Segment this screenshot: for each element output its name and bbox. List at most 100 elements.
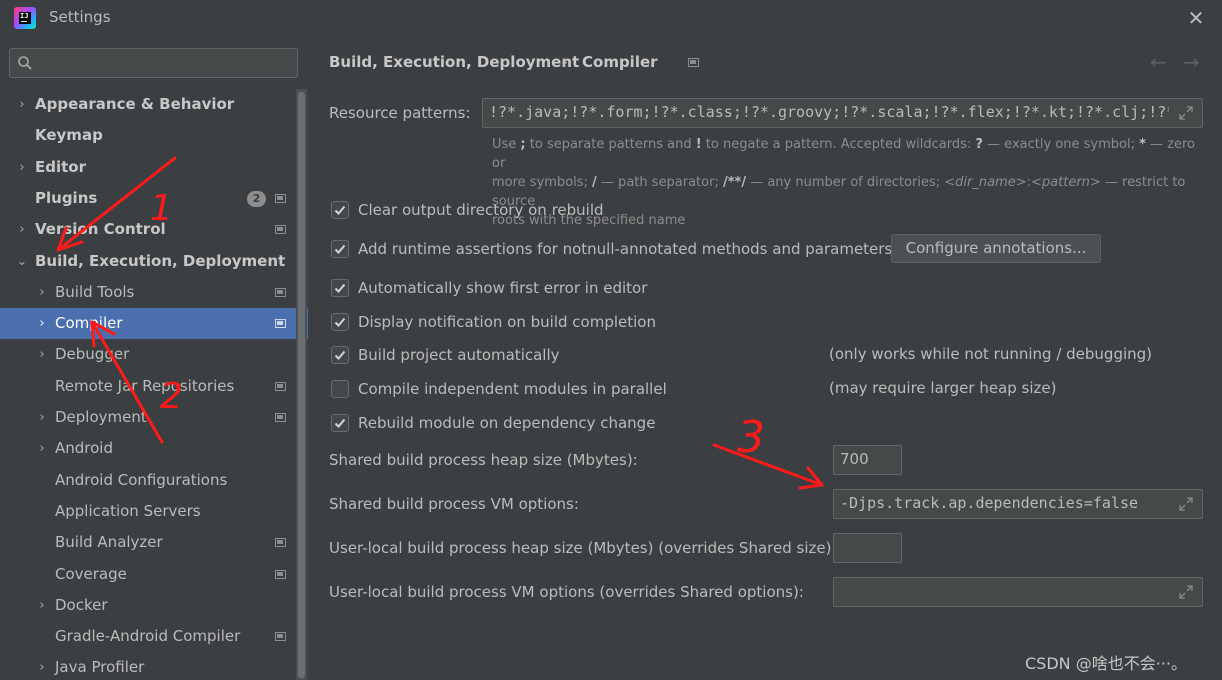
project-level-icon [275, 381, 286, 391]
project-level-icon [688, 58, 699, 67]
chevron-down-icon[interactable]: ⌄ [16, 246, 28, 277]
expand-icon[interactable] [1179, 106, 1193, 120]
sidebar-item-appearance-behavior[interactable]: › Appearance & Behavior [0, 89, 308, 120]
csdn-watermark: CSDN @啥也不会···。 [1025, 654, 1187, 673]
checkbox-checked[interactable] [331, 201, 349, 219]
sidebar-item-label: Build Tools [55, 282, 135, 301]
window-title: Settings [49, 8, 111, 26]
sidebar-item-java-profiler[interactable]: › Java Profiler [0, 652, 308, 680]
sidebar-item-label: Keymap [35, 126, 103, 145]
settings-sidebar: › Appearance & Behavior Keymap › Editor Plugi… [0, 36, 308, 680]
sidebar-item-label: Debugger [55, 345, 130, 364]
project-level-icon [275, 319, 286, 329]
update-count-badge: 2 [247, 190, 266, 207]
chevron-right-icon[interactable]: › [36, 339, 48, 370]
sidebar-item-label: Appearance & Behavior [35, 95, 235, 113]
sidebar-item-version-control[interactable]: › Version Control [0, 214, 308, 245]
sidebar-item-label: Compiler [55, 314, 123, 333]
sidebar-item-label: Java Profiler [55, 658, 145, 677]
chevron-right-icon[interactable]: › [36, 433, 48, 464]
sidebar-item-build-tools[interactable]: › Build Tools [0, 277, 308, 308]
breadcrumb-separator: › [562, 53, 568, 71]
forward-arrow-icon[interactable]: → [1183, 50, 1200, 74]
sidebar-item-keymap[interactable]: Keymap [0, 120, 308, 151]
sidebar-item-label: Version Control [35, 220, 166, 239]
user-vm-label: User-local build process VM options (ove… [329, 583, 804, 601]
user-heap-label: User-local build process heap size (Mbyt… [329, 539, 837, 557]
sidebar-item-coverage[interactable]: Coverage [0, 559, 308, 590]
sidebar-item-compiler[interactable]: › Compiler [0, 308, 308, 340]
shared-vm-options-value: -Djps.track.ap.dependencies=false [840, 494, 1139, 512]
close-icon[interactable]: ✕ [1186, 8, 1206, 28]
sidebar-item-label: Docker [55, 595, 108, 614]
sidebar-item-remote-jar-repositories[interactable]: Remote Jar Repositories [0, 371, 308, 402]
checkbox-checked[interactable] [331, 346, 349, 364]
checkbox-label[interactable]: Rebuild module on dependency change [358, 412, 655, 434]
sidebar-item-editor[interactable]: › Editor [0, 152, 308, 183]
title-bar: IJ Settings ✕ [0, 0, 1222, 36]
checkbox-unchecked[interactable] [331, 380, 349, 398]
checkbox-checked[interactable] [331, 313, 349, 331]
project-level-icon [275, 193, 286, 203]
checkbox-label[interactable]: Display notification on build completion [358, 311, 656, 333]
chevron-right-icon[interactable]: › [36, 590, 48, 621]
sidebar-item-label: Build, Execution, Deployment [35, 251, 286, 270]
checkbox-note: (may require larger heap size) [829, 379, 1057, 397]
project-level-icon [275, 413, 286, 422]
search-input[interactable] [42, 52, 292, 74]
chevron-right-icon[interactable]: › [16, 89, 28, 120]
checkbox-label[interactable]: Clear output directory on rebuild [358, 199, 604, 221]
chevron-right-icon[interactable]: › [36, 652, 48, 680]
chevron-right-icon[interactable]: › [36, 308, 48, 339]
expand-icon[interactable] [1179, 497, 1193, 511]
back-arrow-icon[interactable]: ← [1150, 50, 1167, 74]
sidebar-item-gradle-android-compiler[interactable]: Gradle-Android Compiler [0, 621, 308, 652]
sidebar-item-plugins[interactable]: Plugins 2 [0, 183, 308, 214]
shared-heap-label: Shared build process heap size (Mbytes): [329, 451, 638, 469]
resource-patterns-field[interactable]: !?*.java;!?*.form;!?*.class;!?*.groovy;!… [482, 98, 1203, 128]
expand-icon[interactable] [1179, 585, 1193, 599]
checkbox-label[interactable]: Automatically show first error in editor [358, 277, 647, 299]
configure-annotations-button[interactable]: Configure annotations... [891, 234, 1101, 263]
compiler-settings-panel: Build, Execution, Deployment › Compiler … [308, 36, 1222, 680]
sidebar-item-debugger[interactable]: › Debugger [0, 339, 308, 370]
search-icon [18, 56, 32, 70]
chevron-right-icon[interactable]: › [16, 152, 28, 183]
sidebar-item-label: Build Analyzer [55, 533, 163, 552]
sidebar-item-android[interactable]: › Android [0, 433, 308, 464]
shared-heap-value: 700 [840, 450, 869, 468]
settings-search-box[interactable] [9, 48, 298, 78]
checkbox-note: (only works while not running / debuggin… [829, 345, 1153, 363]
sidebar-item-label: Editor [35, 157, 86, 176]
sidebar-item-deployment[interactable]: › Deployment [0, 402, 308, 433]
sidebar-item-label: Android Configurations [55, 470, 228, 489]
sidebar-item-label: Gradle-Android Compiler [55, 627, 241, 646]
checkbox-label[interactable]: Add runtime assertions for notnull-annot… [358, 238, 892, 260]
sidebar-item-application-servers[interactable]: Application Servers [0, 496, 308, 527]
project-level-icon [275, 569, 286, 579]
breadcrumb: Build, Execution, Deployment › Compiler [329, 53, 699, 75]
breadcrumb-current: Compiler [582, 53, 658, 71]
sidebar-item-build-execution-deployment[interactable]: ⌄ Build, Execution, Deployment [0, 246, 308, 277]
sidebar-item-build-analyzer[interactable]: Build Analyzer [0, 527, 308, 558]
checkbox-label[interactable]: Build project automatically [358, 344, 560, 366]
checkbox-label[interactable]: Compile independent modules in parallel [358, 378, 667, 400]
sidebar-item-android-configurations[interactable]: Android Configurations [0, 465, 308, 496]
user-heap-input[interactable] [833, 533, 902, 563]
sidebar-item-label: Remote Jar Repositories [55, 376, 235, 395]
intellij-app-icon: IJ [14, 7, 36, 29]
sidebar-item-label: Android [55, 439, 113, 458]
sidebar-item-docker[interactable]: › Docker [0, 590, 308, 621]
shared-heap-input[interactable]: 700 [833, 445, 902, 475]
chevron-right-icon[interactable]: › [16, 214, 28, 245]
checkbox-checked[interactable] [331, 279, 349, 297]
breadcrumb-parent[interactable]: Build, Execution, Deployment [329, 53, 579, 71]
chevron-right-icon[interactable]: › [36, 277, 48, 308]
user-vm-options-field[interactable] [833, 577, 1203, 607]
sidebar-scrollbar-thumb[interactable] [298, 92, 305, 678]
shared-vm-options-field[interactable]: -Djps.track.ap.dependencies=false [833, 489, 1203, 519]
checkbox-checked[interactable] [331, 240, 349, 258]
sidebar-item-label: Plugins [35, 188, 98, 207]
chevron-right-icon[interactable]: › [36, 402, 48, 433]
checkbox-checked[interactable] [331, 414, 349, 432]
